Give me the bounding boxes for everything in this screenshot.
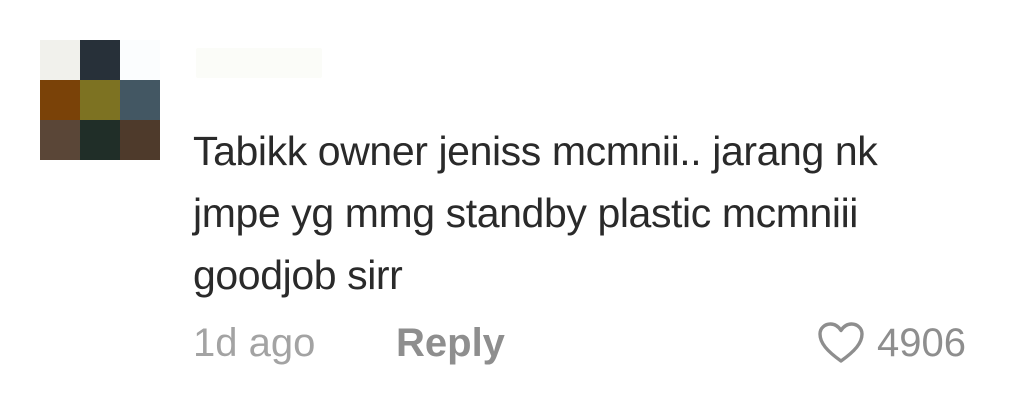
comment-meta: 1d ago Reply 4906 bbox=[193, 315, 993, 371]
avatar-pixel bbox=[40, 80, 80, 120]
reply-button[interactable]: Reply bbox=[396, 315, 505, 371]
comment-text-line: goodjob sirr bbox=[193, 252, 403, 298]
comment-timestamp: 1d ago bbox=[193, 321, 316, 365]
comment-text-line: jmpe yg mmg standby plastic mcmniii bbox=[193, 190, 858, 236]
avatar-pixel bbox=[80, 40, 120, 80]
like-count: 4906 bbox=[877, 321, 966, 365]
comment-item: Tabikk owner jeniss mcmnii.. jarang nk j… bbox=[0, 0, 1024, 410]
avatar-pixel bbox=[120, 40, 160, 80]
avatar-pixel bbox=[80, 80, 120, 120]
username[interactable] bbox=[196, 48, 322, 78]
comment-text-line: Tabikk owner jeniss mcmnii.. jarang nk bbox=[193, 128, 878, 174]
avatar-pixel bbox=[120, 80, 160, 120]
avatar[interactable] bbox=[40, 40, 160, 160]
avatar-pixel bbox=[120, 120, 160, 160]
avatar-pixel bbox=[40, 40, 80, 80]
avatar-pixel bbox=[80, 120, 120, 160]
like-button[interactable]: 4906 bbox=[817, 315, 966, 371]
avatar-pixel bbox=[40, 120, 80, 160]
comment-text: Tabikk owner jeniss mcmnii.. jarang nk j… bbox=[193, 120, 973, 306]
heart-outline-icon[interactable] bbox=[817, 321, 865, 365]
